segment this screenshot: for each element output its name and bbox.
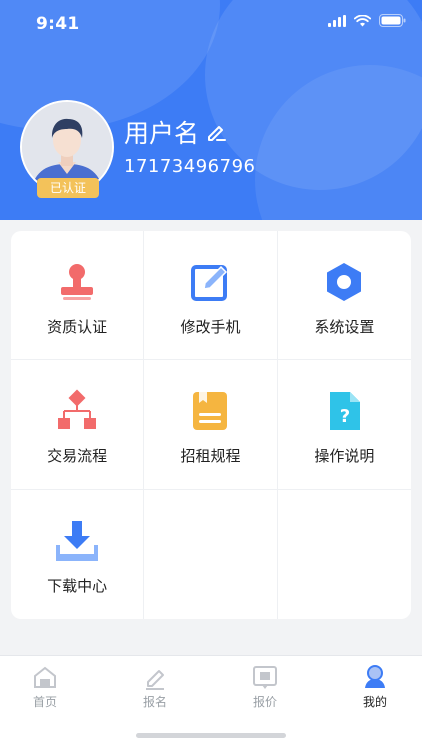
avatar[interactable]: 已认证	[20, 100, 114, 198]
username-text: 用户名	[124, 119, 200, 148]
verified-badge: 已认证	[37, 178, 99, 198]
function-grid: 资质认证 修改手机 系统设置 交易流程 招租规程 ? 操作说明 下载中心	[11, 231, 411, 619]
flowchart-icon	[58, 389, 97, 429]
grid-empty-cell	[144, 489, 278, 619]
svg-text:?: ?	[340, 406, 350, 427]
signal-icon	[328, 14, 346, 27]
quote-icon	[253, 666, 277, 689]
grid-item-label: 操作说明	[314, 446, 375, 465]
wifi-icon	[354, 14, 371, 26]
home-icon	[34, 666, 56, 688]
grid-item-label: 资质认证	[47, 317, 108, 336]
tab-home[interactable]: 首页	[10, 664, 80, 710]
grid-item-rental-rules[interactable]: 招租规程	[144, 360, 278, 490]
tab-signup[interactable]: 报名	[120, 664, 190, 710]
phone-number: 17173496796	[124, 156, 256, 177]
tab-quote[interactable]: 报价	[230, 664, 300, 710]
tab-label: 报名	[142, 695, 167, 709]
download-icon	[56, 520, 99, 561]
edit-icon	[191, 264, 228, 301]
status-time: 9:41	[36, 14, 80, 34]
battery-icon	[379, 14, 406, 27]
profile-icon	[365, 665, 385, 688]
grid-item-download[interactable]: 下载中心	[11, 489, 145, 619]
tab-label: 首页	[32, 695, 57, 709]
tab-mine[interactable]: 我的	[340, 664, 410, 710]
edit-name-icon[interactable]	[205, 121, 227, 143]
grid-item-process[interactable]: 交易流程	[11, 360, 145, 490]
grid-item-qualification[interactable]: 资质认证	[11, 231, 145, 361]
help-file-icon: ?	[330, 391, 361, 430]
grid-empty-cell	[278, 490, 411, 619]
grid-item-label: 下载中心	[47, 576, 108, 595]
stamp-icon	[61, 263, 94, 300]
tab-label: 报价	[252, 695, 277, 709]
grid-item-label: 招租规程	[180, 446, 241, 465]
grid-item-label: 交易流程	[47, 446, 108, 465]
signup-icon	[146, 670, 164, 690]
settings-icon	[327, 262, 362, 301]
grid-item-settings[interactable]: 系统设置	[277, 231, 411, 361]
grid-item-label: 系统设置	[314, 317, 375, 336]
grid-item-label: 修改手机	[180, 317, 241, 336]
grid-item-change-phone[interactable]: 修改手机	[144, 231, 278, 361]
home-indicator	[136, 733, 286, 738]
status-bar: 9:41	[0, 0, 422, 48]
document-icon	[193, 391, 228, 430]
grid-item-instructions[interactable]: ? 操作说明	[277, 360, 411, 490]
username: 用户名	[124, 114, 227, 150]
status-icons	[328, 14, 406, 27]
tab-label: 我的	[362, 695, 387, 709]
profile-header: 9:41 已认证 用户名 17173496796	[0, 0, 422, 220]
